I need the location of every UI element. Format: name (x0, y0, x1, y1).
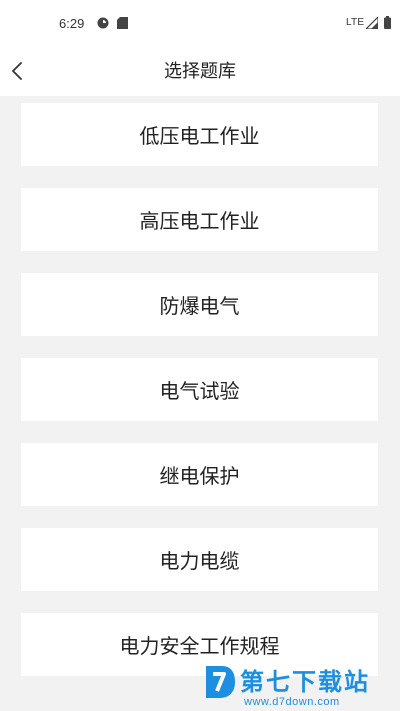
watermark-title: 第七下载站 (240, 668, 370, 696)
header: 选择题库 (0, 46, 400, 96)
circle-app-icon (97, 17, 109, 29)
question-bank-electrical-test[interactable]: 电气试验 (21, 358, 378, 421)
question-bank-low-voltage[interactable]: 低压电工作业 (21, 103, 378, 166)
list-item-label: 电力安全工作规程 (119, 634, 280, 658)
question-bank-power-cable[interactable]: 电力电缆 (21, 528, 378, 591)
back-button[interactable] (4, 56, 34, 86)
list-item-label: 防爆电气 (159, 294, 240, 318)
d7-logo-icon (206, 666, 235, 698)
list-item-label: 电力电缆 (159, 549, 240, 573)
question-bank-list: 低压电工作业 高压电工作业 防爆电气 电气试验 继电保护 电力电缆 电力安全工作… (21, 103, 378, 698)
watermark: 第七下载站 www.d7down.com (200, 660, 400, 711)
question-bank-relay-protection[interactable]: 继电保护 (21, 443, 378, 506)
list-item-label: 低压电工作业 (139, 124, 260, 148)
chevron-left-icon (12, 62, 22, 80)
status-bar: 6:29 LTE (0, 0, 400, 46)
question-bank-high-voltage[interactable]: 高压电工作业 (21, 188, 378, 251)
question-bank-explosion-proof[interactable]: 防爆电气 (21, 273, 378, 336)
status-network: LTE (346, 17, 365, 28)
list-item-label: 高压电工作业 (139, 209, 260, 233)
sd-card-icon (117, 17, 128, 29)
signal-icon (366, 17, 378, 29)
list-item-label: 电气试验 (159, 379, 240, 403)
page-title: 选择题库 (164, 61, 236, 82)
status-time: 6:29 (59, 16, 85, 31)
battery-icon (384, 16, 391, 29)
list-item-label: 继电保护 (159, 464, 240, 488)
watermark-url: www.d7down.com (244, 696, 340, 708)
